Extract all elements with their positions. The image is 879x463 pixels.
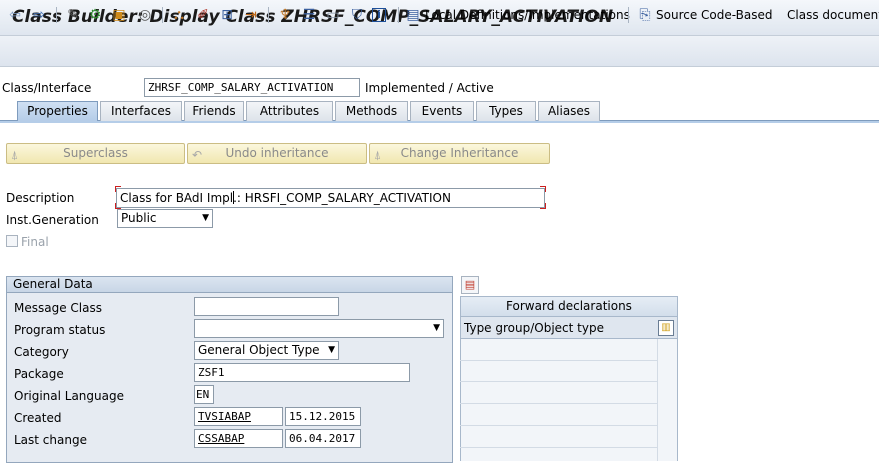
tab-aliases[interactable]: Aliases	[538, 101, 600, 121]
inst-generation-value: Public	[121, 211, 157, 225]
undo-icon: ↶	[192, 148, 203, 162]
filter-icon[interactable]: ⛉	[348, 6, 366, 24]
description-label: Description	[6, 191, 75, 205]
application-toolbar	[0, 36, 879, 67]
tab-interfaces[interactable]: Interfaces	[100, 101, 182, 121]
undo-inheritance-button-label: Undo inheritance	[225, 146, 329, 160]
superclass-button-label: Superclass	[63, 146, 128, 160]
table-row	[460, 403, 657, 404]
final-checkbox[interactable]	[6, 235, 18, 247]
toolbar-separator	[398, 7, 399, 23]
inst-generation-select[interactable]: Public ▼	[117, 209, 213, 228]
last-change-label: Last change	[14, 433, 87, 447]
forward-arrow-icon[interactable]: ⇨	[30, 6, 48, 24]
where-used-icon[interactable]: ◎	[136, 6, 154, 24]
created-on-field[interactable]: 15.12.2015	[285, 407, 361, 426]
change-inheritance-icon: ⍋	[374, 148, 382, 162]
object-list-icon[interactable]: ⛬	[170, 6, 188, 24]
toolbar-separator	[162, 7, 163, 23]
change-inheritance-button-label: Change Inheritance	[400, 146, 519, 160]
table-column-divider	[657, 339, 658, 461]
class-documentation-button[interactable]: Class documentati	[787, 7, 879, 23]
source-code-icon: ⎘	[639, 7, 651, 23]
table-settings-icon[interactable]: ▥	[658, 320, 674, 336]
tab-events[interactable]: Events	[410, 101, 474, 121]
activate-icon[interactable]: ▣	[110, 6, 128, 24]
inst-generation-label: Inst.Generation	[6, 213, 99, 227]
navigate-icon[interactable]: ⇥	[242, 6, 260, 24]
program-status-select[interactable]: ▼	[194, 319, 444, 338]
table-row	[460, 425, 657, 426]
program-status-label: Program status	[14, 323, 106, 337]
chevron-down-icon: ▼	[202, 213, 209, 223]
change-inheritance-button[interactable]: ⍋ Change Inheritance	[369, 143, 550, 164]
text-cursor	[233, 191, 234, 204]
focus-corner	[115, 186, 121, 192]
tab-friends[interactable]: Friends	[184, 101, 244, 121]
category-value: General Object Type	[198, 343, 320, 357]
superclass-icon: ⍋	[11, 148, 19, 162]
focus-corner	[540, 186, 546, 192]
toolbar-separator	[628, 7, 629, 23]
table-row	[460, 381, 657, 382]
check-icon[interactable]: ⚙	[86, 6, 104, 24]
source-code-based-button[interactable]: Source Code-Based	[656, 7, 773, 23]
package-field[interactable]: ZSF1	[194, 363, 410, 382]
forward-declarations-toggle-icon[interactable]: ▤	[461, 276, 479, 294]
class-interface-label: Class/Interface	[2, 81, 92, 95]
changed-on-field[interactable]: 06.04.2017	[285, 429, 361, 448]
original-language-label: Original Language	[14, 389, 124, 403]
description-field[interactable]: Class for BAdI Impl.: HRSFI_COMP_SALARY_…	[116, 188, 545, 208]
tab-methods[interactable]: Methods	[335, 101, 408, 121]
hierarchy-icon[interactable]: ♆	[276, 6, 294, 24]
align-icon[interactable]: ☰	[300, 6, 318, 24]
class-name-field[interactable]: ZHRSF_COMP_SALARY_ACTIVATION	[144, 78, 360, 97]
forward-declarations-column-header: Type group/Object type	[460, 317, 678, 339]
superclass-button[interactable]: ⍋ Superclass	[6, 143, 185, 164]
forward-declarations-title: Forward declarations	[460, 296, 678, 317]
table-row	[460, 447, 657, 448]
package-label: Package	[14, 367, 64, 381]
layout-icon[interactable]: ▭	[324, 6, 342, 24]
tab-types[interactable]: Types	[476, 101, 536, 121]
created-label: Created	[14, 411, 62, 425]
local-definitions-button[interactable]: Local Definitions/Implementations	[425, 7, 630, 23]
toolbar-separator	[268, 7, 269, 23]
changed-by-field[interactable]: CSSABAP	[194, 429, 283, 448]
edit-object-icon[interactable]: ✐	[194, 6, 212, 24]
created-by-field[interactable]: TVSIABAP	[194, 407, 283, 426]
final-label: Final	[21, 235, 49, 249]
original-language-field[interactable]: EN	[194, 385, 214, 404]
forward-declarations-table[interactable]	[460, 339, 678, 461]
category-label: Category	[14, 345, 69, 359]
tab-properties[interactable]: Properties	[17, 101, 98, 121]
chevron-down-icon: ▼	[328, 345, 335, 355]
message-class-field[interactable]	[194, 297, 339, 316]
toolbar-separator	[56, 7, 57, 23]
tab-attributes[interactable]: Attributes	[246, 101, 333, 121]
info-icon[interactable]: i	[372, 8, 386, 22]
focus-corner	[540, 203, 546, 209]
display-change-icon[interactable]: ✎	[64, 6, 82, 24]
table-row	[460, 360, 657, 361]
local-definitions-icon: ▤	[406, 7, 420, 23]
category-select[interactable]: General Object Type ▼	[194, 341, 339, 360]
back-arrow-icon[interactable]: ⇦	[6, 6, 24, 24]
display-object-icon[interactable]: ⊞	[218, 6, 236, 24]
chevron-down-icon: ▼	[433, 323, 440, 333]
general-data-header: General Data	[6, 276, 453, 293]
message-class-label: Message Class	[14, 301, 102, 315]
class-status: Implemented / Active	[365, 81, 494, 95]
undo-inheritance-button[interactable]: ↶ Undo inheritance	[187, 143, 367, 164]
